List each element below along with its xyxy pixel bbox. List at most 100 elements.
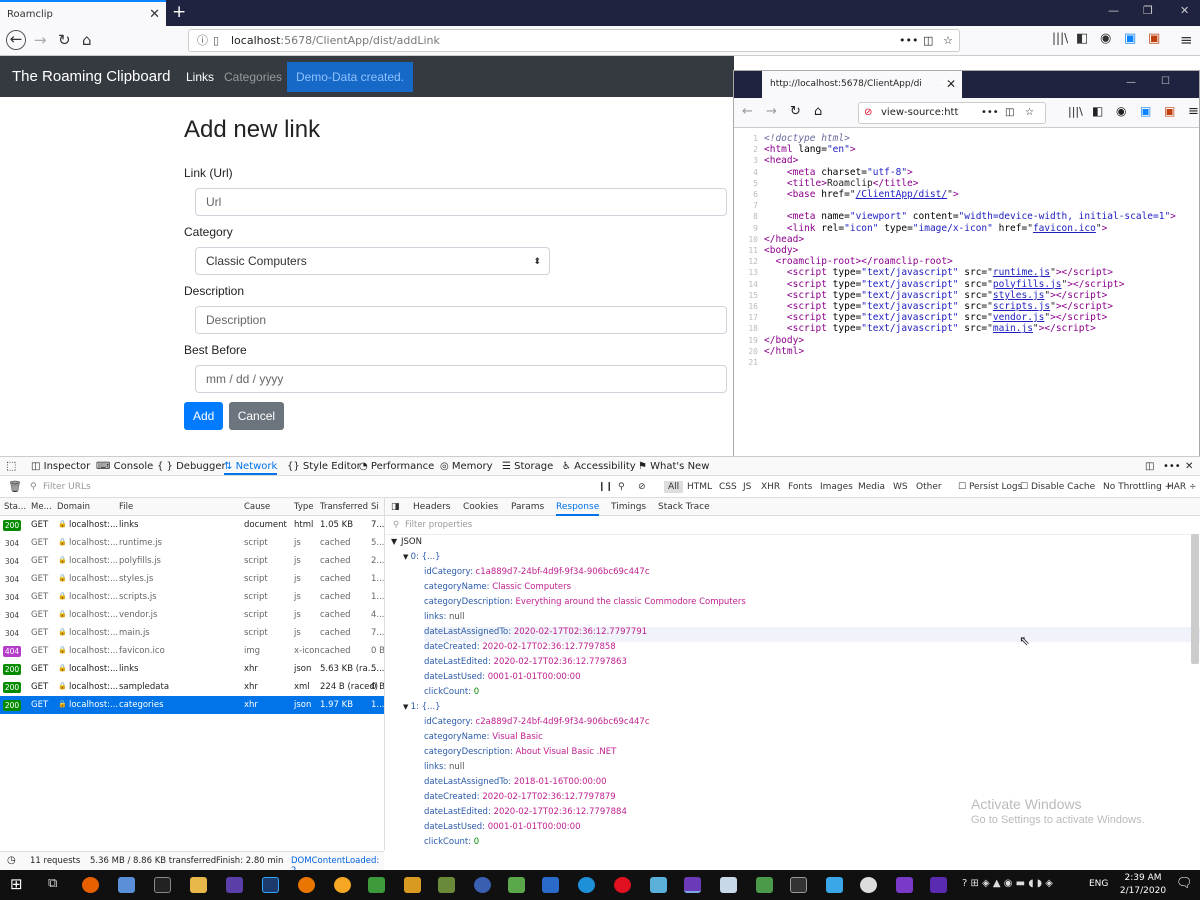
nav-link-categories[interactable]: Categories [224,70,282,84]
type-filter-other[interactable]: Other [916,482,942,492]
json-line[interactable]: dateLastAssignedTo: 2020-02-17T02:36:12.… [424,627,1200,642]
visual-studio-icon[interactable] [684,877,701,893]
toggle-sidebar-icon[interactable]: ◨ [391,502,400,512]
column-header[interactable]: Type [294,502,314,512]
devtools-tab-inspector[interactable]: ◫ Inspector [31,461,90,472]
json-line[interactable]: clickCount: 0 [424,837,479,850]
pause-icon[interactable]: ❙❙ [598,482,613,492]
pocket-icon[interactable]: ◫ [923,30,933,51]
json-line[interactable]: categoryDescription: About Visual Basic … [424,747,616,762]
search-icon[interactable]: ⚲ [618,482,625,492]
devtools-tab-accessibility[interactable]: ♿ Accessibility [562,461,636,472]
minimize-icon[interactable]: — [1108,4,1119,17]
column-header[interactable]: File [119,502,133,512]
devtools-tab-memory[interactable]: ◎ Memory [440,461,493,472]
source-link[interactable]: styles.js [993,290,1044,301]
json-line[interactable]: categoryDescription: Everything around t… [424,597,746,612]
column-header[interactable]: Si [371,502,379,512]
app-icon[interactable] [756,877,773,893]
source-link[interactable]: favicon.ico [1033,223,1096,234]
menu-icon[interactable]: ≡ [1180,31,1193,49]
column-header[interactable]: Cause [244,502,270,512]
extension-2-icon[interactable]: ▣ [1148,31,1160,46]
source-link[interactable]: scripts.js [993,301,1050,312]
add-button[interactable]: Add [184,402,224,430]
devtools-tab-style-editor[interactable]: {} Style Editor [287,461,361,472]
type-filter-fonts[interactable]: Fonts [788,482,812,492]
json-line[interactable]: ▼ 0: {...} [403,552,441,567]
response-tab-timings[interactable]: Timings [611,502,646,512]
view-source-tab[interactable]: http://localhost:5678/ClientApp/di ✕ [762,71,962,98]
request-row[interactable]: 404 🔒 GET localhost:... favicon.ico img x-icon… [0,642,385,660]
sidebar-icon[interactable]: ◧ [1092,104,1103,118]
notifications-icon[interactable]: 🗨 [1176,876,1193,891]
clock-date[interactable]: 2/17/2020 [1114,886,1172,896]
persist-logs-checkbox[interactable]: ☐ Persist Logs [958,482,1022,492]
app-icon[interactable] [438,877,455,893]
new-tab-icon[interactable]: + [938,73,951,92]
json-line[interactable]: dateLastUsed: 0001-01-01T00:00:00 [424,672,580,687]
pick-element-icon[interactable]: ⬚ [6,459,16,472]
nav-link-links[interactable]: Links [186,70,214,84]
extension-2-icon[interactable]: ▣ [1164,104,1175,118]
restore-icon[interactable]: ❐ [1143,4,1153,17]
category-select[interactable]: Classic Computers ⬍ [195,247,550,275]
type-filter-html[interactable]: HTML [687,482,712,492]
expand-arrow-icon[interactable]: ▼ [403,703,411,711]
response-tab-headers[interactable]: Headers [413,502,450,512]
request-row[interactable]: 304 🔒 GET localhost:... styles.js script js cac… [0,570,385,588]
request-row[interactable]: 200 🔒 GET localhost:... links document html 1.0… [0,516,385,534]
page-actions-icon[interactable]: ••• [899,30,918,51]
type-filter-css[interactable]: CSS [719,482,737,492]
description-input[interactable]: Description [195,306,727,334]
close-devtools-icon[interactable]: ✕ [1185,461,1193,472]
library-icon[interactable]: |||\ [1052,31,1068,45]
devtools-tab-performance[interactable]: ◔ Performance [359,461,434,472]
column-header[interactable]: Sta... [4,502,26,512]
source-link[interactable]: polyfills.js [993,279,1062,290]
task-view-icon[interactable]: ⧉ [48,876,57,891]
forward-icon[interactable]: → [34,31,47,49]
json-line[interactable]: links: null [424,762,465,777]
minimize-icon[interactable]: — [1126,77,1136,88]
visual-studio-icon[interactable] [930,877,947,893]
source-link[interactable]: /ClientApp/dist/ [856,189,948,200]
expand-arrow-icon[interactable]: ▼ [403,553,411,561]
app-icon[interactable] [118,877,135,893]
throttling-select[interactable]: No Throttling ÷ [1103,482,1172,492]
column-header[interactable]: Domain [57,502,90,512]
response-tab-stack-trace[interactable]: Stack Trace [658,502,710,512]
har-menu[interactable]: HAR ÷ [1167,482,1197,492]
app-icon[interactable] [578,877,595,893]
expand-arrow-icon[interactable]: ▼ [391,537,397,546]
response-tab-params[interactable]: Params [511,502,544,512]
app-icon[interactable] [226,877,243,893]
request-row[interactable]: 200 🔒 GET localhost:... sampledata xhr xml 224 … [0,678,385,696]
app-icon[interactable] [790,877,807,893]
scrollbar[interactable] [1189,520,1199,850]
response-tab-response[interactable]: Response [556,502,600,516]
address-bar[interactable]: ⓘ ▯ localhost:5678/ClientApp/dist/addLin… [188,29,960,52]
account-icon[interactable]: ◉ [1116,104,1126,118]
response-tab-cookies[interactable]: Cookies [463,502,498,512]
source-link[interactable]: runtime.js [993,267,1050,278]
filter-urls-input[interactable]: Filter URLs [43,482,91,492]
source-link[interactable]: main.js [993,323,1033,334]
library-icon[interactable]: |||\ [1068,105,1083,118]
close-tab-icon[interactable]: ✕ [149,7,160,22]
json-line[interactable]: dateLastUsed: 0001-01-01T00:00:00 [424,822,580,837]
extension-icon[interactable]: ▣ [1124,31,1136,46]
json-line[interactable]: clickCount: 0 [424,687,479,702]
disable-cache-checkbox[interactable]: ☐ Disable Cache [1020,482,1095,492]
best-before-date-input[interactable]: mm / dd / yyyy [195,365,727,393]
firefox-icon[interactable] [82,877,99,893]
url-input[interactable]: Url [195,188,727,216]
reload-icon[interactable]: ↻ [58,31,71,49]
request-row[interactable]: 200 🔒 GET localhost:... links xhr json 5.63 KB … [0,660,385,678]
home-icon[interactable]: ⌂ [82,31,92,49]
opera-icon[interactable] [614,877,631,893]
column-header[interactable]: Me... [31,502,52,512]
scrollbar-thumb[interactable] [1191,534,1199,664]
type-filter-ws[interactable]: WS [893,482,908,492]
request-row[interactable]: 200 🔒 GET localhost:... categories xhr json 1.9… [0,696,385,714]
